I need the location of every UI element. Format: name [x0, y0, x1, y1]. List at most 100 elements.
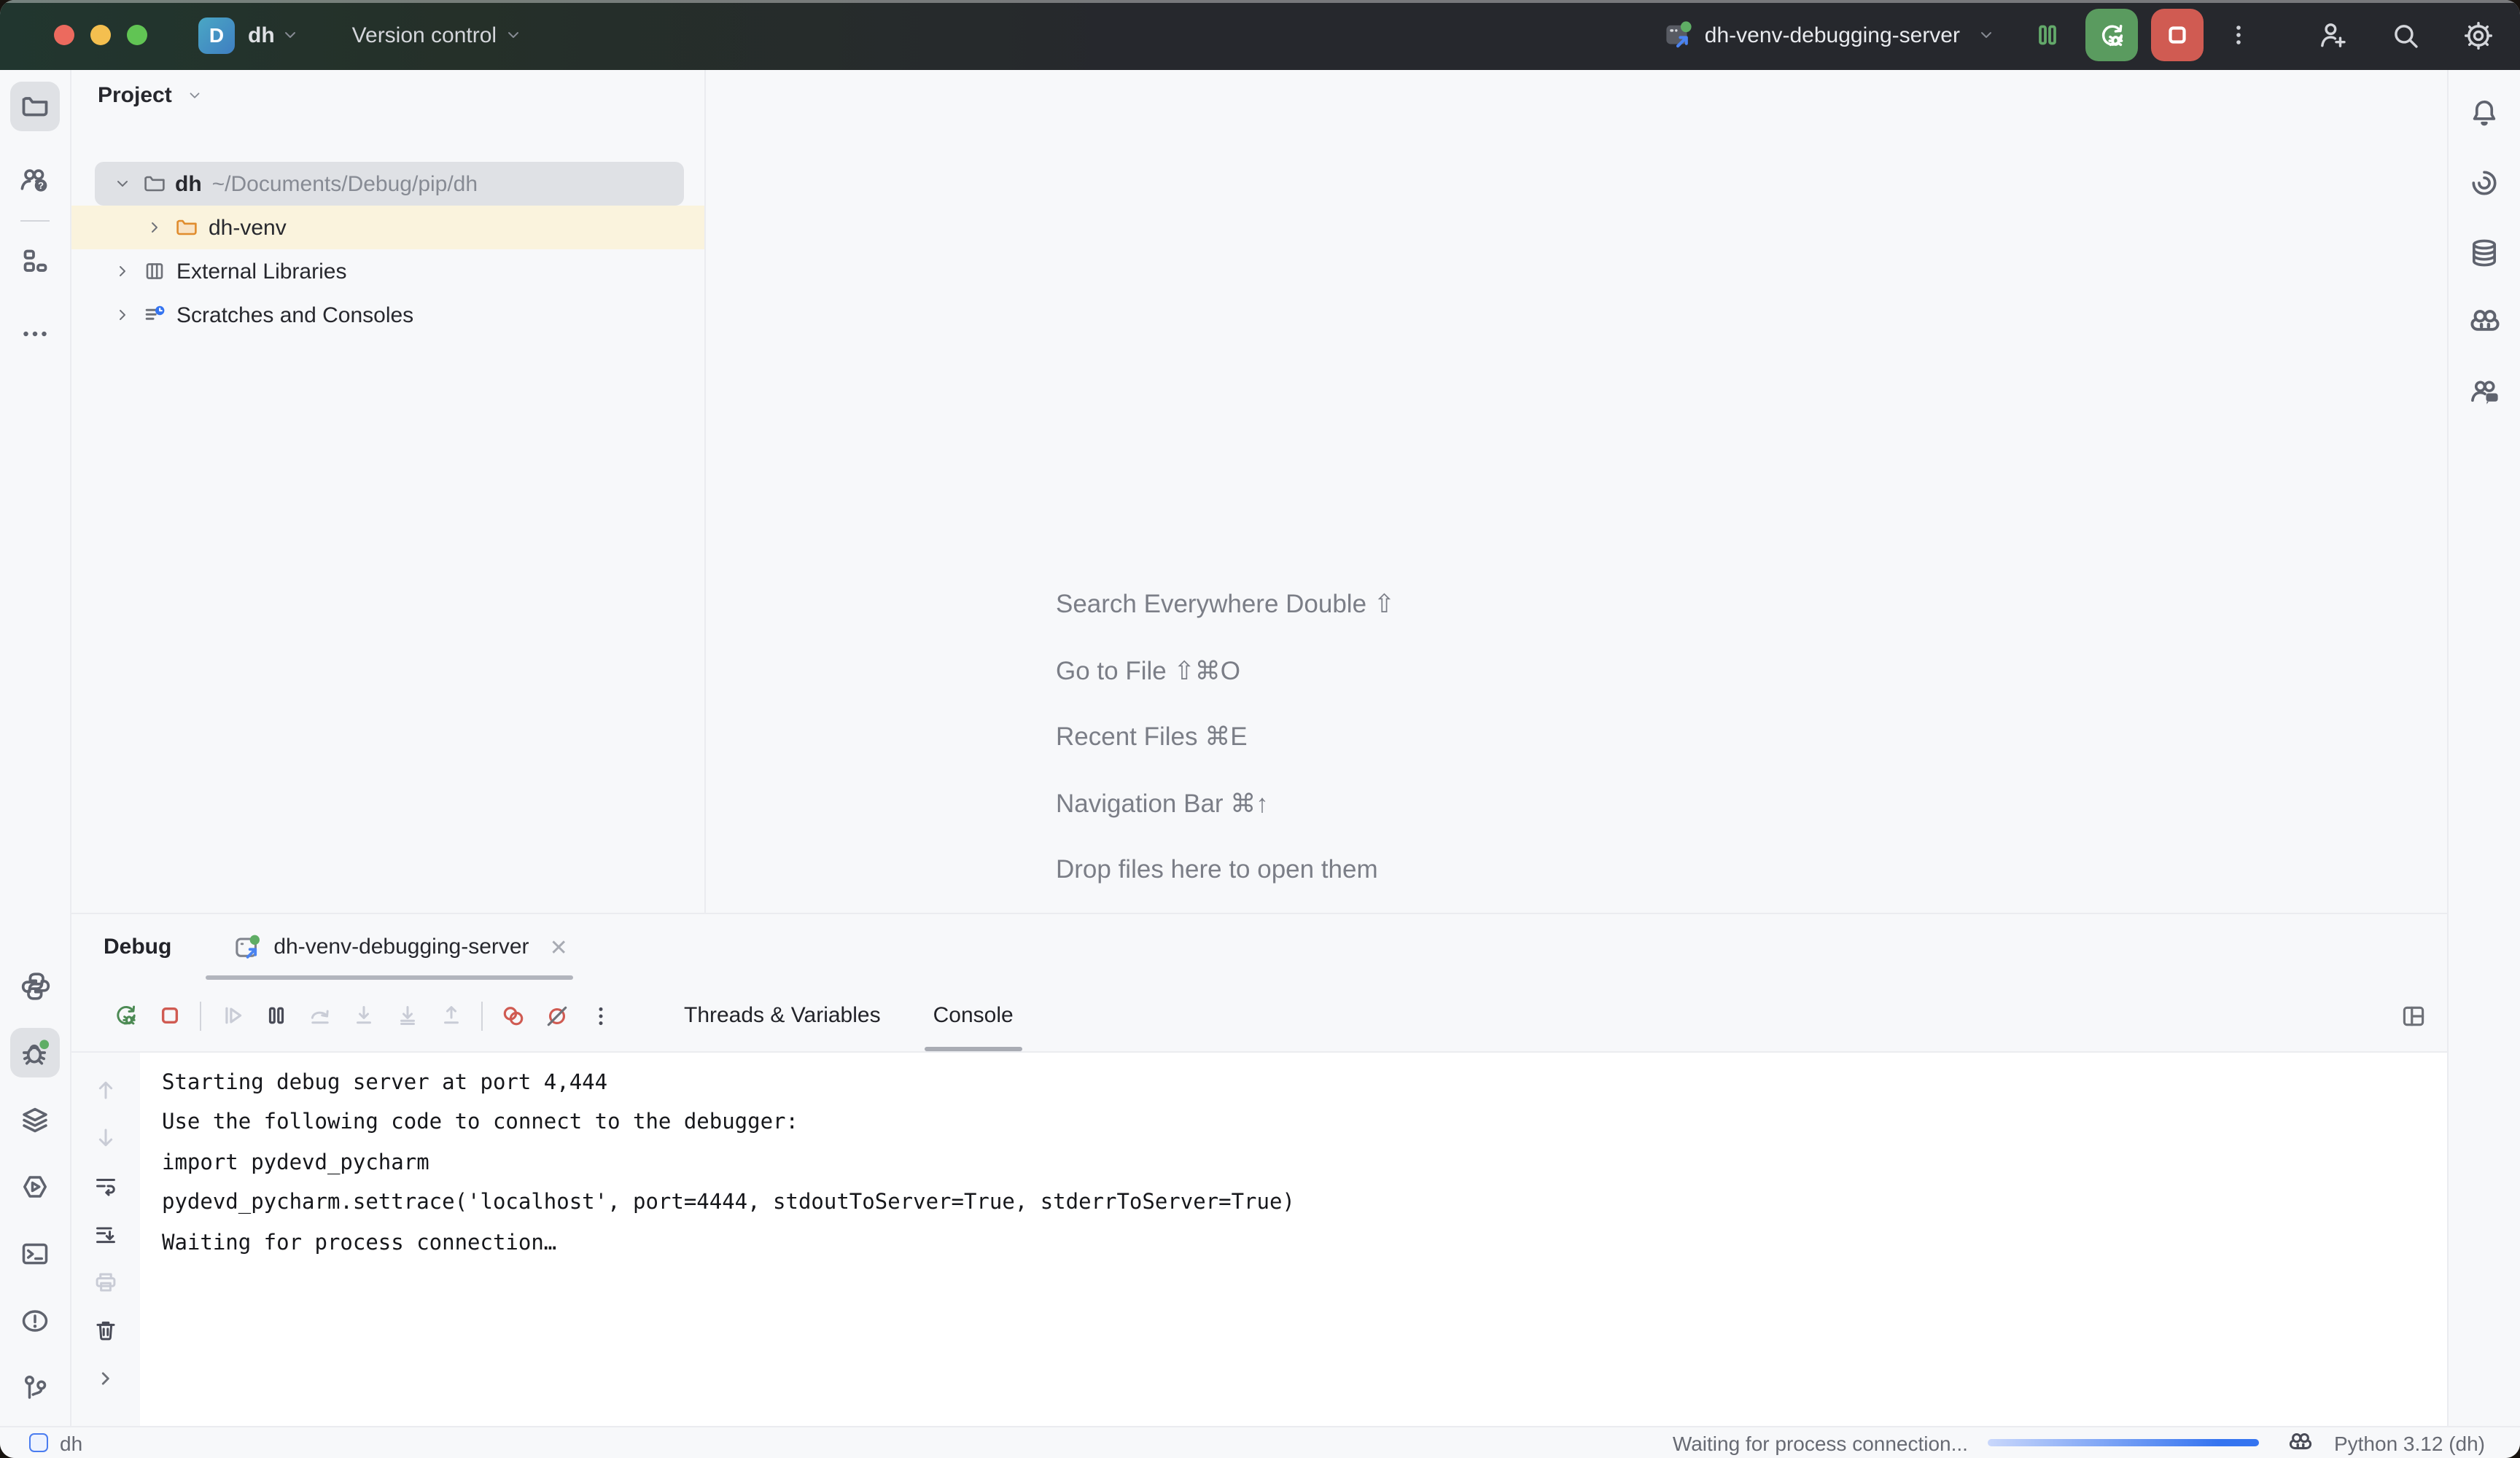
settings-gear-icon[interactable] — [2463, 20, 2494, 50]
chevron-down-icon — [187, 87, 203, 104]
project-tool-button[interactable] — [10, 82, 60, 131]
step-out-icon[interactable] — [429, 994, 472, 1037]
chevron-down-icon — [504, 26, 521, 44]
status-project-widget[interactable]: dh — [29, 1431, 82, 1454]
console-line: Starting debug server at port 4,444 — [162, 1064, 2447, 1104]
chevron-right-icon[interactable] — [106, 306, 139, 324]
debug-console-output[interactable]: Starting debug server at port 4,444Use t… — [140, 1053, 2447, 1427]
progress-bar[interactable] — [1988, 1440, 2260, 1446]
code-with-me-add-user-icon[interactable] — [2317, 20, 2348, 50]
run-config-icon — [233, 932, 262, 962]
chevron-right-icon[interactable] — [106, 262, 139, 280]
libraries-icon — [139, 260, 171, 283]
drop-files-hint: Drop files here to open them — [1056, 837, 1395, 903]
active-tab-underline — [925, 1046, 1022, 1051]
left-tool-strip: ? — [0, 70, 71, 1427]
pause-program-icon[interactable] — [254, 994, 298, 1037]
services-tool-button[interactable] — [10, 1095, 60, 1145]
chevron-right-icon[interactable] — [139, 219, 171, 236]
window-controls[interactable] — [54, 25, 147, 45]
ai-agent-robot-icon[interactable] — [2459, 297, 2509, 347]
tree-row-external-libraries[interactable]: External Libraries — [71, 249, 704, 293]
rerun-debug-icon[interactable] — [104, 994, 147, 1037]
debug-session-tab[interactable]: dh-venv-debugging-server ✕ — [233, 932, 567, 962]
debug-tool-button[interactable] — [10, 1028, 60, 1077]
resume-program-icon[interactable] — [210, 994, 254, 1037]
project-tree: dh ~/Documents/Debug/pip/dh dh-venv — [71, 162, 704, 337]
chevron-right-icon[interactable] — [87, 1359, 125, 1397]
pull-requests-tool-button[interactable]: ? — [10, 156, 60, 206]
view-breakpoints-icon[interactable] — [491, 994, 535, 1037]
scratches-icon — [139, 303, 171, 327]
up-stack-trace-icon[interactable] — [87, 1070, 125, 1108]
ai-assistant-icon[interactable] — [2459, 157, 2509, 207]
status-interpreter[interactable]: Python 3.12 (dh) — [2334, 1431, 2485, 1454]
project-name-menu[interactable]: dh — [248, 23, 275, 47]
debug-panel-title: Debug — [104, 935, 171, 959]
console-gutter-toolbar — [71, 1053, 140, 1427]
shortcut-navigation-bar: Navigation Bar ⌘↑ — [1056, 771, 1395, 837]
folder-icon — [139, 172, 171, 195]
close-icon[interactable]: ✕ — [550, 934, 568, 960]
step-over-icon[interactable] — [298, 994, 341, 1037]
svg-text:?: ? — [38, 180, 44, 191]
ai-robot-icon[interactable] — [2289, 1430, 2314, 1455]
tree-row-dh[interactable]: dh ~/Documents/Debug/pip/dh — [95, 162, 684, 206]
mute-breakpoints-icon[interactable] — [535, 994, 579, 1037]
terminal-tool-button[interactable] — [10, 1229, 60, 1279]
print-icon[interactable] — [87, 1263, 125, 1301]
project-panel-header[interactable]: Project — [98, 83, 203, 108]
project-panel: Project dh ~/Documents/Debug/pip/dh — [71, 70, 706, 913]
stop-icon[interactable] — [147, 994, 191, 1037]
run-tool-button[interactable] — [10, 1162, 60, 1212]
chevron-down-icon — [282, 26, 300, 44]
step-into-icon[interactable] — [341, 994, 385, 1037]
more-actions-kebab[interactable] — [2227, 23, 2250, 47]
tree-label: External Libraries — [176, 259, 346, 284]
tree-row-scratches[interactable]: Scratches and Consoles — [71, 293, 704, 337]
rerun-debug-button[interactable] — [2085, 9, 2138, 61]
code-with-me-chat-icon[interactable] — [2459, 367, 2509, 417]
version-control-tool-button[interactable] — [10, 1363, 60, 1413]
chevron-down-icon[interactable] — [106, 175, 139, 192]
zoom-window-button[interactable] — [127, 25, 147, 45]
tree-row-dh-venv[interactable]: dh-venv — [71, 206, 704, 249]
close-window-button[interactable] — [54, 25, 74, 45]
database-icon[interactable] — [2459, 227, 2509, 277]
tab-threads-variables[interactable]: Threads & Variables — [684, 980, 881, 1051]
layout-settings-icon[interactable] — [2400, 980, 2427, 1051]
more-tool-windows-button[interactable] — [10, 309, 60, 359]
stop-button[interactable] — [2151, 9, 2204, 61]
project-badge[interactable]: D — [198, 17, 235, 53]
selected-tab-indicator — [206, 975, 573, 980]
pycharm-window: D dh Version control dh-venv-debugging-s… — [0, 0, 2520, 1458]
problems-tool-button[interactable] — [10, 1296, 60, 1346]
editor-area: Search Everywhere Double ⇧ Go to File ⇧⌘… — [706, 70, 2447, 913]
run-configuration-selector[interactable]: dh-venv-debugging-server — [1662, 19, 1995, 51]
status-progress-text[interactable]: Waiting for process connection... — [1673, 1431, 1968, 1454]
scroll-to-end-icon[interactable] — [87, 1215, 125, 1252]
force-step-into-icon[interactable] — [385, 994, 429, 1037]
chevron-down-icon — [1978, 26, 1995, 44]
more-options-kebab[interactable] — [579, 994, 623, 1037]
folder-excluded-icon — [171, 216, 203, 239]
empty-state-shortcuts: Search Everywhere Double ⇧ Go to File ⇧⌘… — [1056, 572, 1395, 903]
tab-console[interactable]: Console — [933, 980, 1014, 1051]
tree-label: dh — [175, 171, 202, 196]
run-config-name: dh-venv-debugging-server — [1705, 23, 1960, 47]
shortcut-search-everywhere: Search Everywhere Double ⇧ — [1056, 572, 1395, 638]
search-everywhere-icon[interactable] — [2390, 20, 2421, 50]
notifications-bell-icon[interactable] — [2459, 87, 2509, 137]
right-tool-strip — [2447, 70, 2520, 1427]
python-packages-tool-button[interactable] — [10, 961, 60, 1010]
down-stack-trace-icon[interactable] — [87, 1118, 125, 1156]
soft-wrap-icon[interactable] — [87, 1166, 125, 1204]
pause-program-button[interactable] — [2033, 20, 2062, 50]
debug-tool-window: Debug dh-venv-debugging-server ✕ — [71, 913, 2447, 1427]
title-bar: D dh Version control dh-venv-debugging-s… — [0, 0, 2520, 70]
version-control-menu[interactable]: Version control — [352, 23, 497, 47]
minimize-window-button[interactable] — [90, 25, 111, 45]
structure-tool-button[interactable] — [10, 236, 60, 286]
console-line: Waiting for process connection… — [162, 1224, 2447, 1264]
clear-console-trash-icon[interactable] — [87, 1311, 125, 1349]
